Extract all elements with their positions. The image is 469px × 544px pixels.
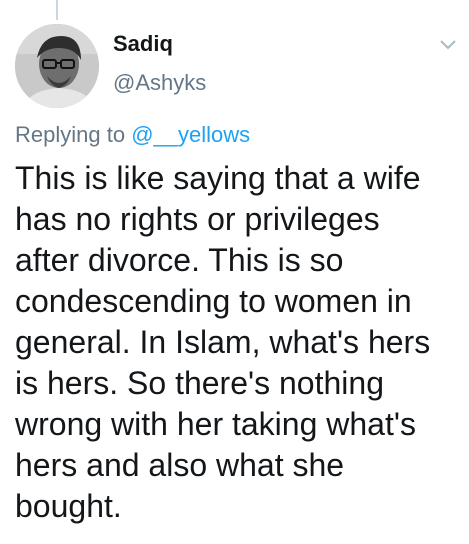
author-handle[interactable]: @Ashyks xyxy=(113,70,206,96)
tweet-text-line: wrong with her taking what's xyxy=(15,406,416,442)
tweet-text-line: is hers. So there's nothing xyxy=(15,365,384,401)
replying-to-mention[interactable]: @__yellows xyxy=(131,122,250,147)
tweet-text-line: hers and also what she xyxy=(15,447,345,483)
tweet-text-line: bought. xyxy=(15,488,122,524)
tweet-text-line: condescending to women in xyxy=(15,283,412,319)
avatar[interactable] xyxy=(15,24,99,108)
tweet-text-line: general. In Islam, what's hers xyxy=(15,324,431,360)
user-photo-icon xyxy=(15,24,99,108)
thread-connector-line xyxy=(56,0,58,20)
tweet-text-line: after divorce. This is so xyxy=(15,242,344,278)
replying-to-prefix: Replying to xyxy=(15,122,126,147)
author-display-name[interactable]: Sadiq xyxy=(113,31,173,57)
tweet-text-line: This is like saying that a wife xyxy=(15,160,421,196)
chevron-down-icon[interactable] xyxy=(438,38,458,52)
tweet-text-line: has no rights or privileges xyxy=(15,201,380,237)
tweet-text: This is like saying that a wife has no r… xyxy=(15,158,460,527)
replying-to-line: Replying to @__yellows xyxy=(15,122,250,148)
